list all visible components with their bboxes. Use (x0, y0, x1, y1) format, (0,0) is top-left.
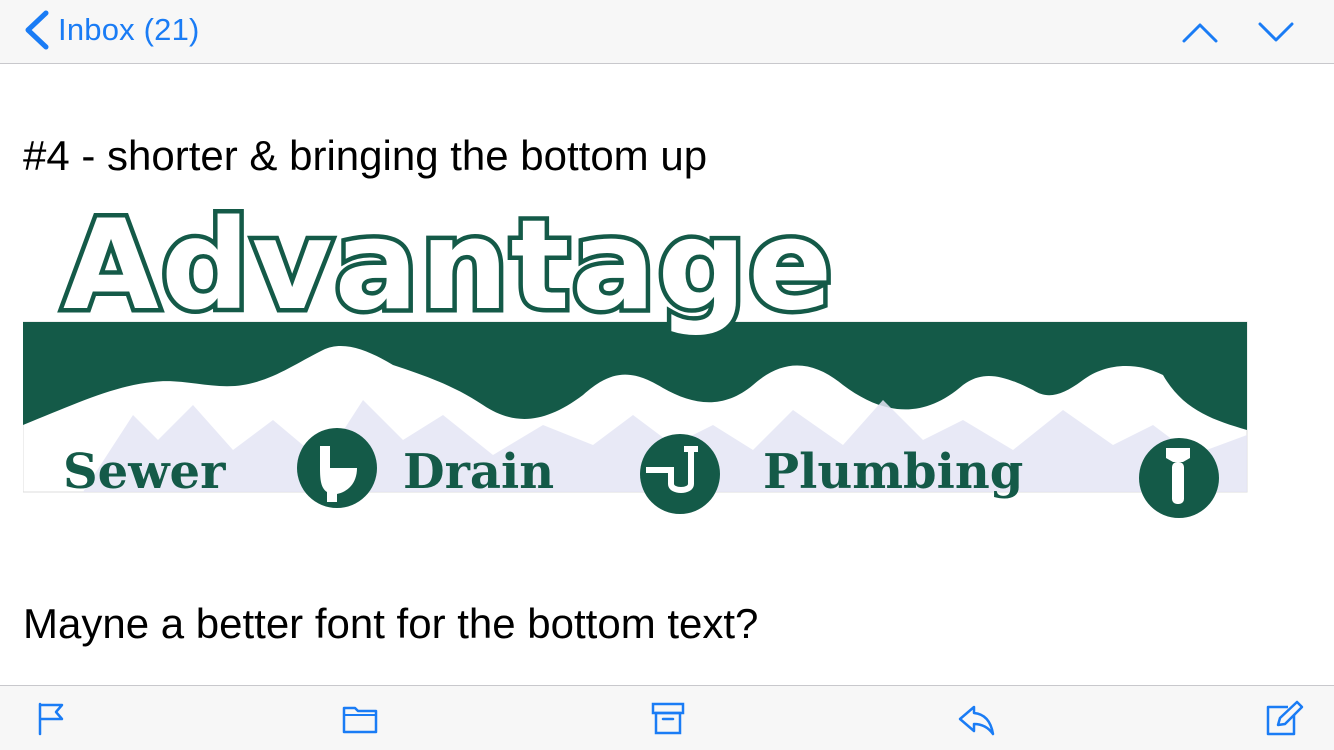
archive-icon[interactable] (648, 700, 688, 738)
logo-service-sewer: Sewer (63, 444, 226, 500)
drain-pipe-icon (640, 434, 720, 514)
advantage-logo-image: Advantage Sewer Drain Plumbing (23, 200, 1248, 518)
navigation-bar: Inbox (21) (0, 0, 1334, 64)
message-body: #4 - shorter & bringing the bottom up Ad… (0, 64, 1334, 685)
bottom-toolbar (0, 685, 1334, 750)
chevron-up-icon[interactable] (1180, 14, 1220, 50)
wrench-icon (1139, 438, 1219, 518)
back-button-label: Inbox (21) (58, 12, 200, 47)
reply-icon[interactable] (956, 700, 996, 738)
logo-service-plumbing: Plumbing (763, 444, 1023, 500)
message-text-line-2: Mayne a better font for the bottom text? (23, 600, 759, 647)
flag-icon[interactable] (32, 700, 72, 738)
logo-service-drain: Drain (403, 444, 554, 500)
back-to-inbox-button[interactable]: Inbox (21) (22, 8, 200, 52)
toilet-icon (297, 428, 377, 508)
chevron-down-icon[interactable] (1256, 14, 1296, 50)
chevron-left-icon (25, 10, 49, 50)
compose-icon[interactable] (1264, 700, 1304, 738)
logo-title: Advantage (63, 200, 834, 338)
folder-icon[interactable] (340, 700, 380, 738)
message-text-line-1: #4 - shorter & bringing the bottom up (23, 132, 708, 179)
